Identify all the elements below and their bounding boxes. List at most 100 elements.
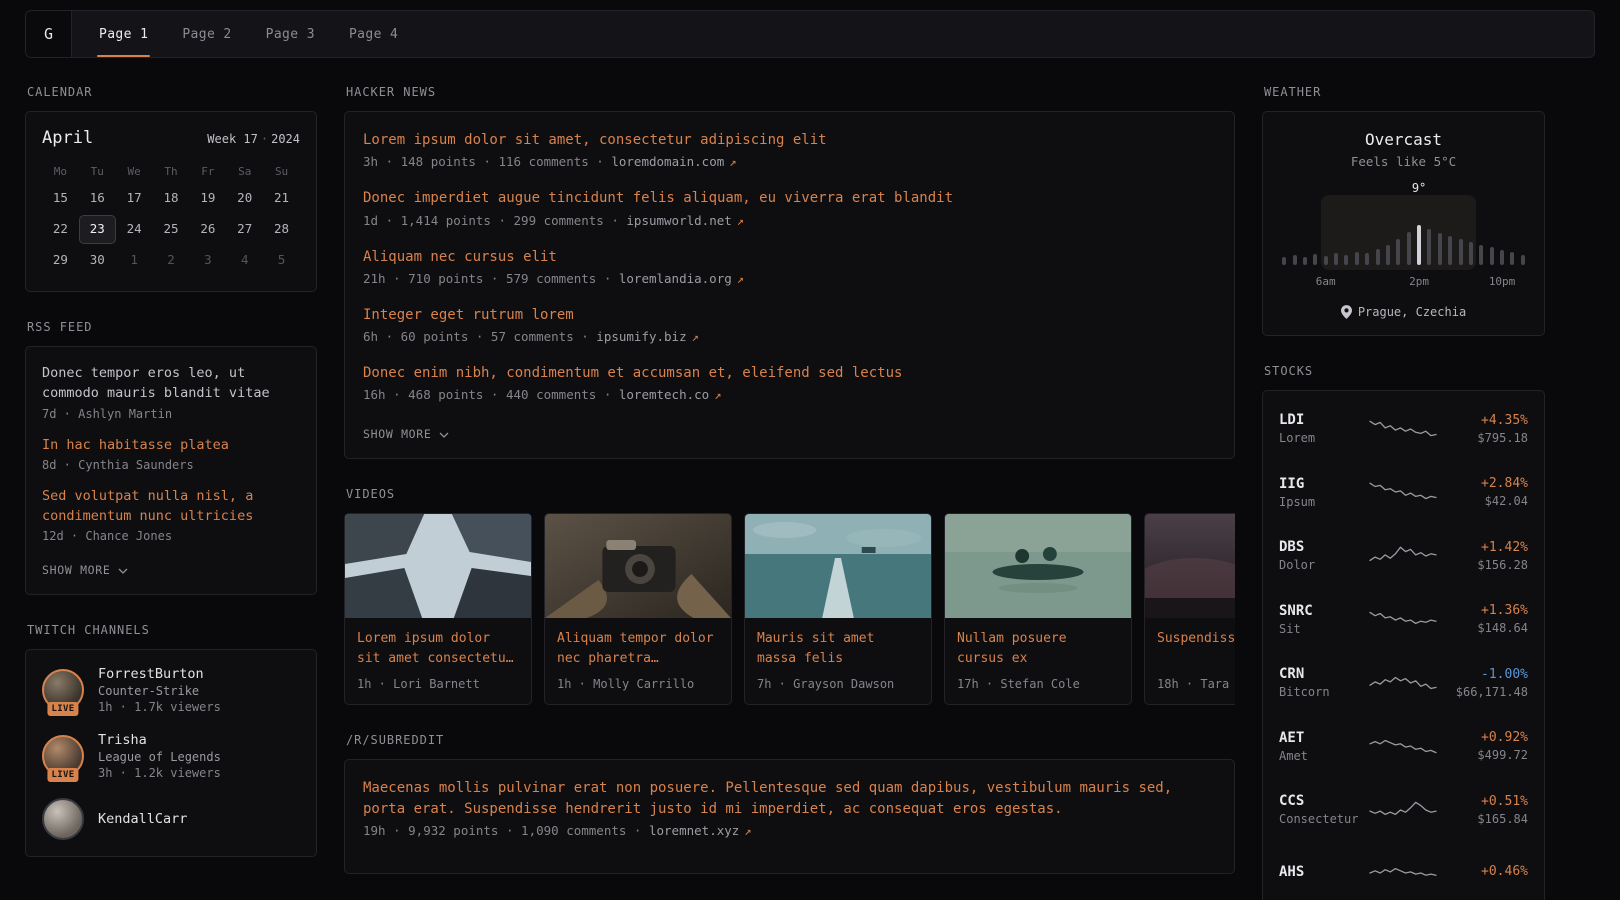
news-item-domain[interactable]: loremdomain.com xyxy=(611,154,724,169)
news-item-title[interactable]: Integer eget rutrum lorem xyxy=(363,305,1216,325)
rss-item-title[interactable]: In hac habitasse platea xyxy=(42,435,300,455)
stock-sparkline xyxy=(1367,479,1438,505)
stock-row[interactable]: CRNBitcorn-1.00%$66,171.48 xyxy=(1279,651,1528,715)
video-meta: 17h · Stefan Cole xyxy=(957,677,1119,691)
tab-page-3[interactable]: Page 3 xyxy=(249,11,332,57)
calendar-day: 28 xyxy=(263,215,300,244)
weather-bar xyxy=(1438,233,1442,265)
video-card[interactable]: Lorem ipsum dolor sit amet consectetu… 1h… xyxy=(344,513,532,705)
tab-page-2[interactable]: Page 2 xyxy=(165,11,248,57)
stock-row[interactable]: CCSConsectetur+0.51%$165.84 xyxy=(1279,778,1528,842)
hackernews-show-more-button[interactable]: SHOW MORE xyxy=(363,427,449,441)
stock-row[interactable]: LDILorem+4.35%$795.18 xyxy=(1279,397,1528,461)
news-item-title[interactable]: Lorem ipsum dolor sit amet, consectetur … xyxy=(363,130,1216,150)
news-item-title[interactable]: Donec imperdiet augue tincidunt felis al… xyxy=(363,188,1216,208)
video-card[interactable]: Aliquam tempor dolor nec pharetra…1h · M… xyxy=(544,513,732,705)
stock-name: Lorem xyxy=(1279,431,1367,445)
camera-thumbnail xyxy=(545,514,731,618)
news-item-title[interactable]: Maecenas mollis pulvinar erat non posuer… xyxy=(363,778,1216,819)
stock-sparkline xyxy=(1367,733,1438,759)
video-card[interactable]: Suspendisse diam18h · Tara xyxy=(1144,513,1235,705)
video-title: Lorem ipsum dolor sit amet consectetu… xyxy=(357,629,519,668)
rss-item: Sed volutpat nulla nisl, a condimentum n… xyxy=(42,486,300,544)
calendar-month: April xyxy=(42,128,93,148)
video-card[interactable]: Mauris sit amet massa felis7h · Grayson … xyxy=(744,513,932,705)
weather-bar xyxy=(1334,253,1338,265)
rss-card: Donec tempor eros leo, ut commodo mauris… xyxy=(25,346,317,595)
news-item-meta: 6h · 60 points · 57 comments · ipsumify.… xyxy=(363,329,1216,344)
weather-bar xyxy=(1479,245,1483,265)
video-meta: 1h · Lori Barnett xyxy=(357,677,519,691)
live-badge: LIVE xyxy=(47,702,78,716)
external-link-icon: ↗ xyxy=(737,272,744,286)
weather-section-title: WEATHER xyxy=(1264,85,1543,99)
news-item-domain[interactable]: loremnet.xyz xyxy=(649,823,739,838)
news-item-title[interactable]: Donec enim nibh, condimentum et accumsan… xyxy=(363,363,1216,383)
rss-show-more-button[interactable]: SHOW MORE xyxy=(42,563,128,577)
video-title: Suspendisse diam xyxy=(1157,629,1235,668)
external-link-icon: ↗ xyxy=(692,330,699,344)
calendar-section: CALENDAR April Week 17·2024 MoTuWeThFrSa… xyxy=(25,85,317,292)
calendar-day: 4 xyxy=(226,246,263,275)
weather-location: Prague, Czechia xyxy=(1358,305,1466,319)
calendar-day: 5 xyxy=(263,246,300,275)
videos-section: VIDEOS Lorem ipsum dolor sit amet consec… xyxy=(344,487,1235,705)
live-badge: LIVE xyxy=(47,768,78,782)
stock-change: +0.92% xyxy=(1438,730,1528,745)
external-link-icon: ↗ xyxy=(737,214,744,228)
rss-item-meta: 7d · Ashlyn Martin xyxy=(42,407,300,421)
rss-item-title[interactable]: Donec tempor eros leo, ut commodo mauris… xyxy=(42,363,300,404)
stock-row[interactable]: IIGIpsum+2.84%$42.04 xyxy=(1279,461,1528,525)
stock-ticker: AET xyxy=(1279,730,1367,746)
videos-row: Lorem ipsum dolor sit amet consectetu… 1h… xyxy=(344,513,1235,705)
weather-bar xyxy=(1427,229,1431,265)
video-title: Mauris sit amet massa felis xyxy=(757,629,919,668)
news-item-domain[interactable]: ipsumworld.net xyxy=(626,213,731,228)
news-item-domain[interactable]: ipsumify.biz xyxy=(596,329,686,344)
stock-price: $42.04 xyxy=(1438,494,1528,508)
topbar: G Page 1Page 2Page 3Page 4 xyxy=(25,10,1595,58)
news-item-meta: 3h · 148 points · 116 comments · loremdo… xyxy=(363,154,1216,169)
stock-sparkline xyxy=(1367,860,1438,886)
calendar-week-number: Week 17 xyxy=(207,132,258,146)
hackernews-show-more-label: SHOW MORE xyxy=(363,427,432,441)
stocks-card: LDILorem+4.35%$795.18IIGIpsum+2.84%$42.0… xyxy=(1262,390,1545,900)
calendar-day: 20 xyxy=(226,184,263,213)
rss-item-title[interactable]: Sed volutpat nulla nisl, a condimentum n… xyxy=(42,486,300,527)
stock-price: $156.28 xyxy=(1438,558,1528,572)
channel-game: League of Legends xyxy=(98,750,221,764)
calendar-day-grid: 1516171819202122232425262728293012345 xyxy=(42,184,300,275)
stock-ticker: SNRC xyxy=(1279,603,1367,619)
stock-row[interactable]: AETAmet+0.92%$499.72 xyxy=(1279,715,1528,779)
weather-bar xyxy=(1303,257,1307,265)
stock-row[interactable]: SNRCSit+1.36%$148.64 xyxy=(1279,588,1528,652)
channel-meta: 3h · 1.2k viewers xyxy=(98,766,221,780)
stock-name: Sit xyxy=(1279,622,1367,636)
weather-bar xyxy=(1344,255,1348,265)
fog-thumbnail xyxy=(1145,514,1235,618)
twitch-channel[interactable]: KendallCarr xyxy=(42,798,300,840)
weather-bar xyxy=(1313,254,1317,265)
twitch-channel[interactable]: LIVEForrestBurtonCounter-Strike1h · 1.7k… xyxy=(42,666,300,714)
tab-page-1[interactable]: Page 1 xyxy=(82,11,165,57)
stock-name: Dolor xyxy=(1279,558,1367,572)
twitch-channel[interactable]: LIVETrishaLeague of Legends3h · 1.2k vie… xyxy=(42,732,300,780)
weather-peak-temp: 9° xyxy=(1412,181,1426,195)
stock-row[interactable]: DBSDolor+1.42%$156.28 xyxy=(1279,524,1528,588)
tab-page-4[interactable]: Page 4 xyxy=(332,11,415,57)
video-card[interactable]: Nullam posuere cursus ex17h · Stefan Col… xyxy=(944,513,1132,705)
news-item-title[interactable]: Aliquam nec cursus elit xyxy=(363,247,1216,267)
news-item: Donec enim nibh, condimentum et accumsan… xyxy=(363,363,1216,402)
calendar-day: 3 xyxy=(189,246,226,275)
news-item-domain[interactable]: loremlandia.org xyxy=(619,271,732,286)
stock-row[interactable]: AHS+0.46% xyxy=(1279,842,1528,900)
rss-show-more-label: SHOW MORE xyxy=(42,563,111,577)
video-title: Aliquam tempor dolor nec pharetra… xyxy=(557,629,719,668)
weather-bar xyxy=(1293,255,1297,265)
news-item-domain[interactable]: loremtech.co xyxy=(619,387,709,402)
stock-change: +0.46% xyxy=(1438,864,1528,879)
stocks-list: LDILorem+4.35%$795.18IIGIpsum+2.84%$42.0… xyxy=(1279,397,1528,900)
calendar-year: 2024 xyxy=(271,132,300,146)
sea-thumbnail xyxy=(745,514,931,618)
stocks-section-title: STOCKS xyxy=(1264,364,1543,378)
